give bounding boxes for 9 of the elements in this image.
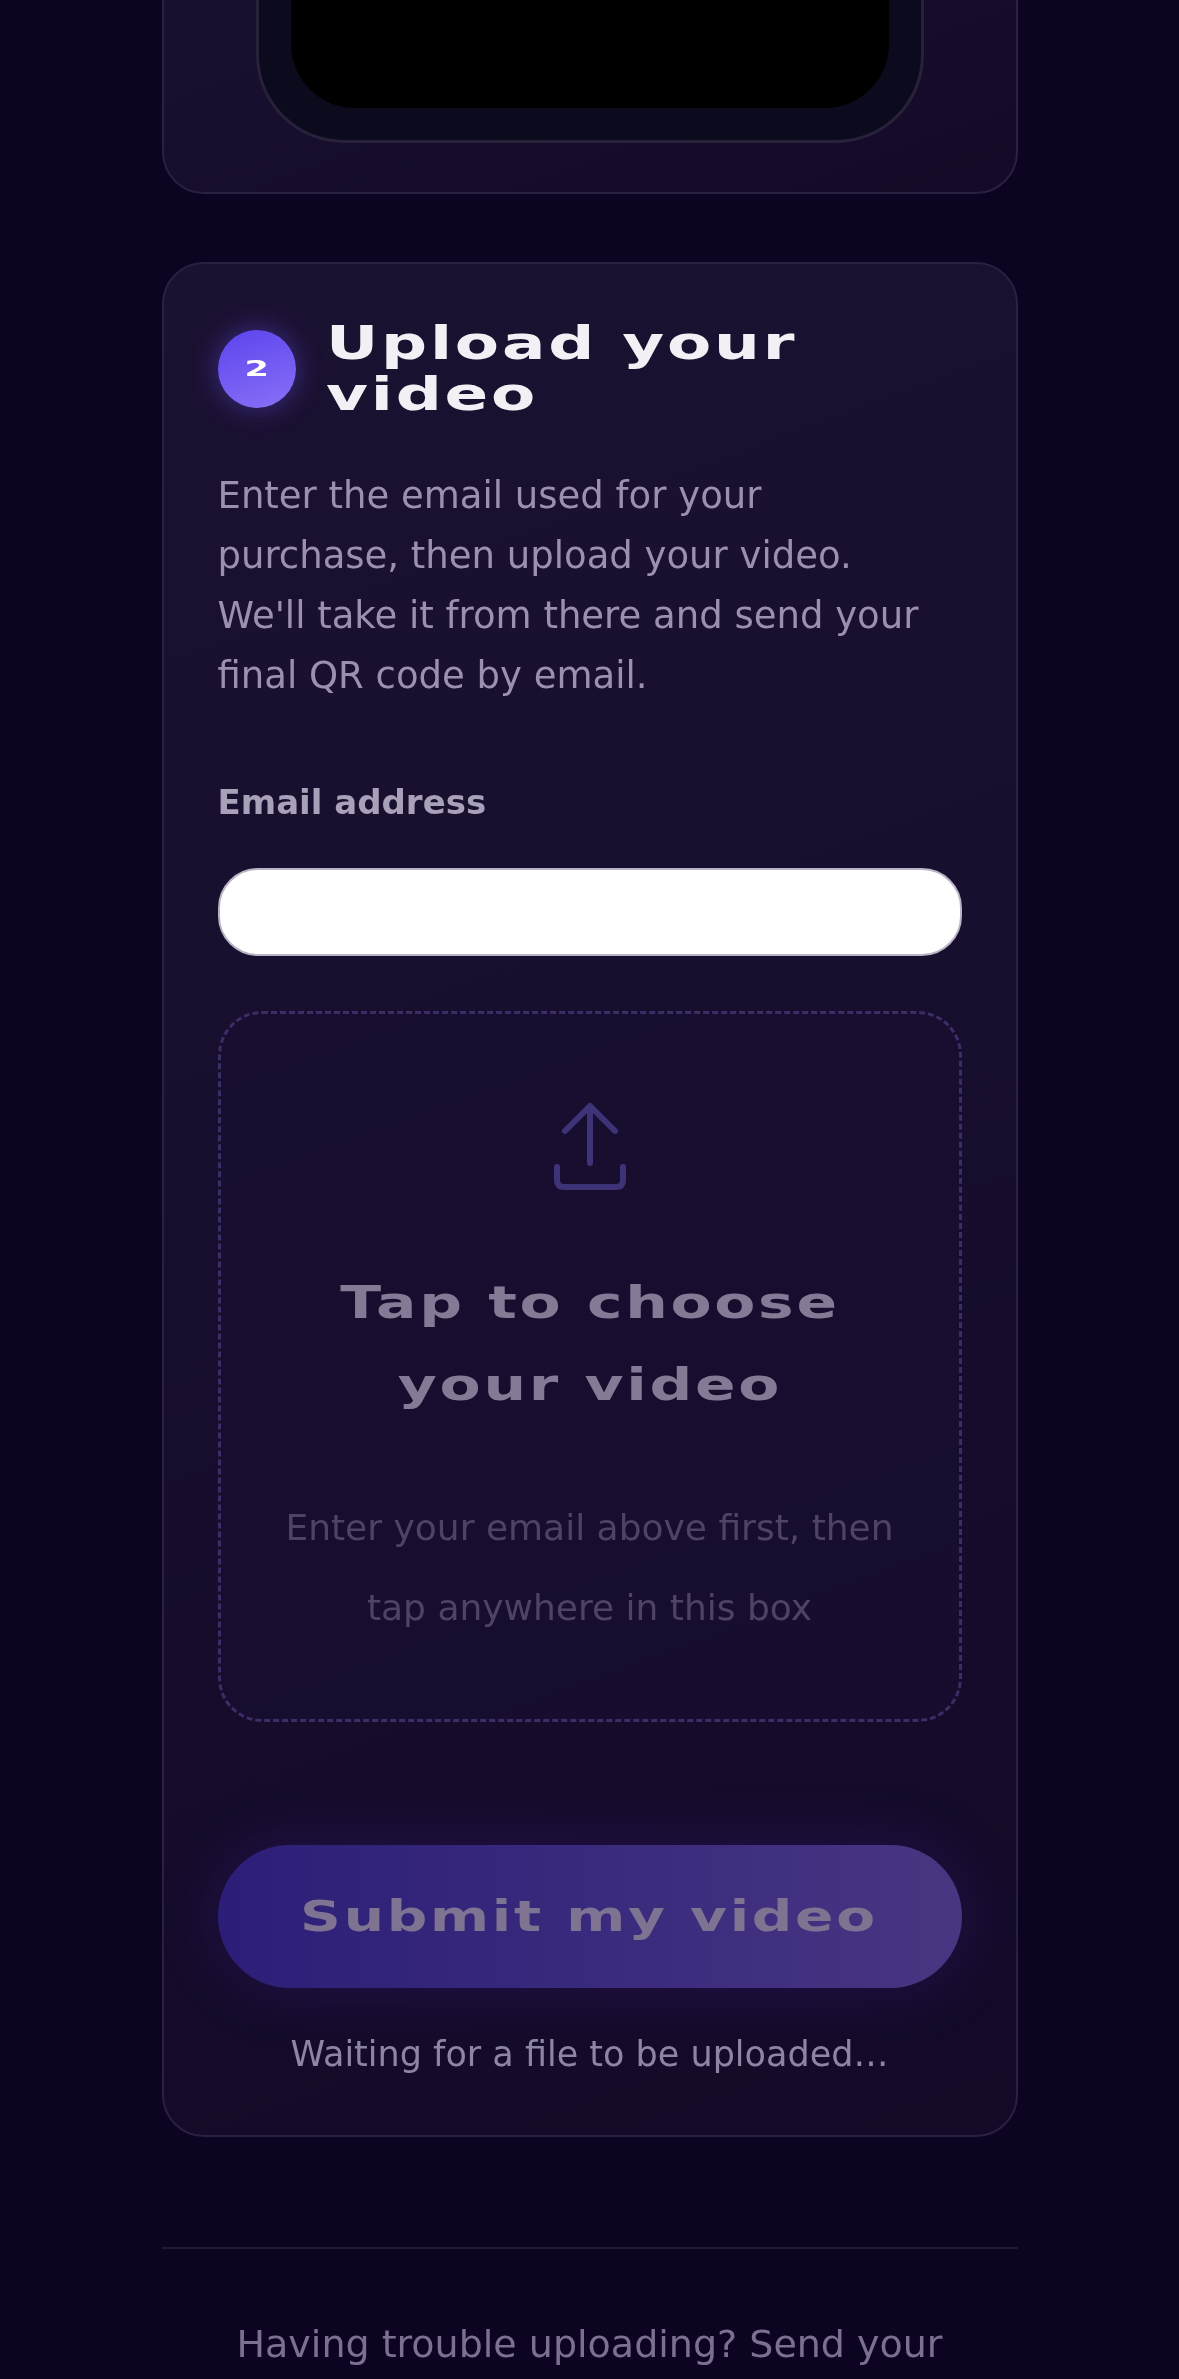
- dropzone-hint: Enter your email above first, then tap anywhere in this box: [284, 1506, 895, 1630]
- section-title: Upload your video: [325, 318, 798, 420]
- dropzone-title: Tap to choose your video: [338, 1276, 841, 1412]
- upload-icon: [552, 1101, 627, 1191]
- upload-status: Waiting for a file to be uploaded…: [290, 2033, 889, 2076]
- help-text: Having trouble uploading? Send your: [236, 2321, 943, 2368]
- field-label: Email address: [217, 781, 487, 824]
- step-description: Enter the email used for your purchase, then upload your video. We'll take it from there and send your final QR code by email.: [217, 473, 920, 699]
- step-number: 2: [217, 330, 296, 408]
